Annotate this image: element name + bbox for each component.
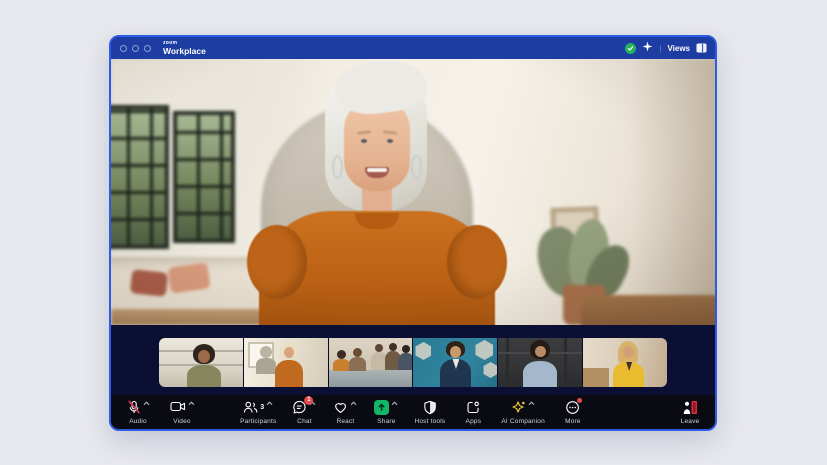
view-button-label[interactable]: Views <box>667 44 690 53</box>
apps-button[interactable]: Apps <box>460 400 486 425</box>
participant-thumbnail-3[interactable] <box>329 338 413 387</box>
microphone-muted-icon <box>127 400 141 415</box>
thumbnail-strip <box>159 338 667 387</box>
leave-door-icon <box>682 400 698 415</box>
host-tools-shield-icon <box>423 400 437 415</box>
leave-label: Leave <box>681 418 700 425</box>
video-label: Video <box>173 418 191 425</box>
more-notification-dot <box>577 398 582 403</box>
leave-button[interactable]: Leave <box>677 400 703 425</box>
view-grid-icon[interactable] <box>696 43 707 53</box>
main-video-tile <box>111 59 715 325</box>
participants-button[interactable]: 3 Participants <box>240 400 276 425</box>
react-button[interactable]: React <box>332 400 358 425</box>
chevron-up-icon[interactable] <box>528 401 535 406</box>
participant-thumbnail-2[interactable] <box>244 338 328 387</box>
host-tools-button[interactable]: Host tools <box>414 400 445 425</box>
logo-zoom-text: zoom <box>163 41 206 46</box>
close-window-button[interactable] <box>120 45 127 52</box>
audio-button[interactable]: Audio <box>125 400 151 425</box>
more-button[interactable]: More <box>560 400 586 425</box>
participants-filmstrip <box>111 325 715 395</box>
ai-companion-sparkle-icon <box>511 400 526 415</box>
maximize-window-button[interactable] <box>144 45 151 52</box>
apps-label: Apps <box>466 418 482 425</box>
host-tools-label: Host tools <box>414 418 445 425</box>
more-label: More <box>565 418 581 425</box>
participant-thumbnail-6[interactable] <box>583 338 667 387</box>
share-button[interactable]: Share <box>373 400 399 425</box>
participant-thumbnail-4[interactable] <box>413 338 497 387</box>
chat-button[interactable]: 1 Chat <box>291 400 317 425</box>
react-label: React <box>336 418 354 425</box>
chevron-up-icon[interactable] <box>143 401 150 406</box>
apps-icon <box>466 400 480 415</box>
video-button[interactable]: Video <box>169 400 195 425</box>
participant-thumbnail-1[interactable] <box>159 338 243 387</box>
meeting-toolbar: Audio Video <box>111 395 715 429</box>
share-label: Share <box>377 418 395 425</box>
participants-label: Participants <box>240 418 276 425</box>
participants-count: 3 <box>260 404 264 411</box>
audio-label: Audio <box>129 418 147 425</box>
titlebar: zoom Workplace | Views <box>111 37 715 59</box>
zoom-workplace-logo: zoom Workplace <box>163 41 206 56</box>
participant-thumbnail-5[interactable] <box>498 338 582 387</box>
titlebar-divider: | <box>659 44 661 53</box>
vignette-overlay <box>111 59 715 325</box>
chevron-up-icon[interactable] <box>350 401 357 406</box>
zoom-meeting-window: zoom Workplace | Views <box>109 35 717 431</box>
sparkle-icon[interactable] <box>642 39 653 57</box>
chevron-up-icon[interactable] <box>188 401 195 406</box>
video-camera-icon <box>170 400 186 413</box>
ai-companion-button[interactable]: AI Companion <box>501 400 545 425</box>
heart-icon <box>333 400 348 414</box>
chevron-up-icon[interactable] <box>266 401 273 406</box>
logo-workplace-text: Workplace <box>163 47 206 56</box>
window-controls <box>120 45 151 52</box>
minimize-window-button[interactable] <box>132 45 139 52</box>
chat-label: Chat <box>297 418 312 425</box>
meeting-security-shield-icon[interactable] <box>625 43 636 54</box>
ai-companion-label: AI Companion <box>501 418 545 425</box>
share-screen-icon <box>374 400 389 415</box>
participants-icon <box>243 400 258 415</box>
chevron-up-icon[interactable] <box>391 401 398 406</box>
